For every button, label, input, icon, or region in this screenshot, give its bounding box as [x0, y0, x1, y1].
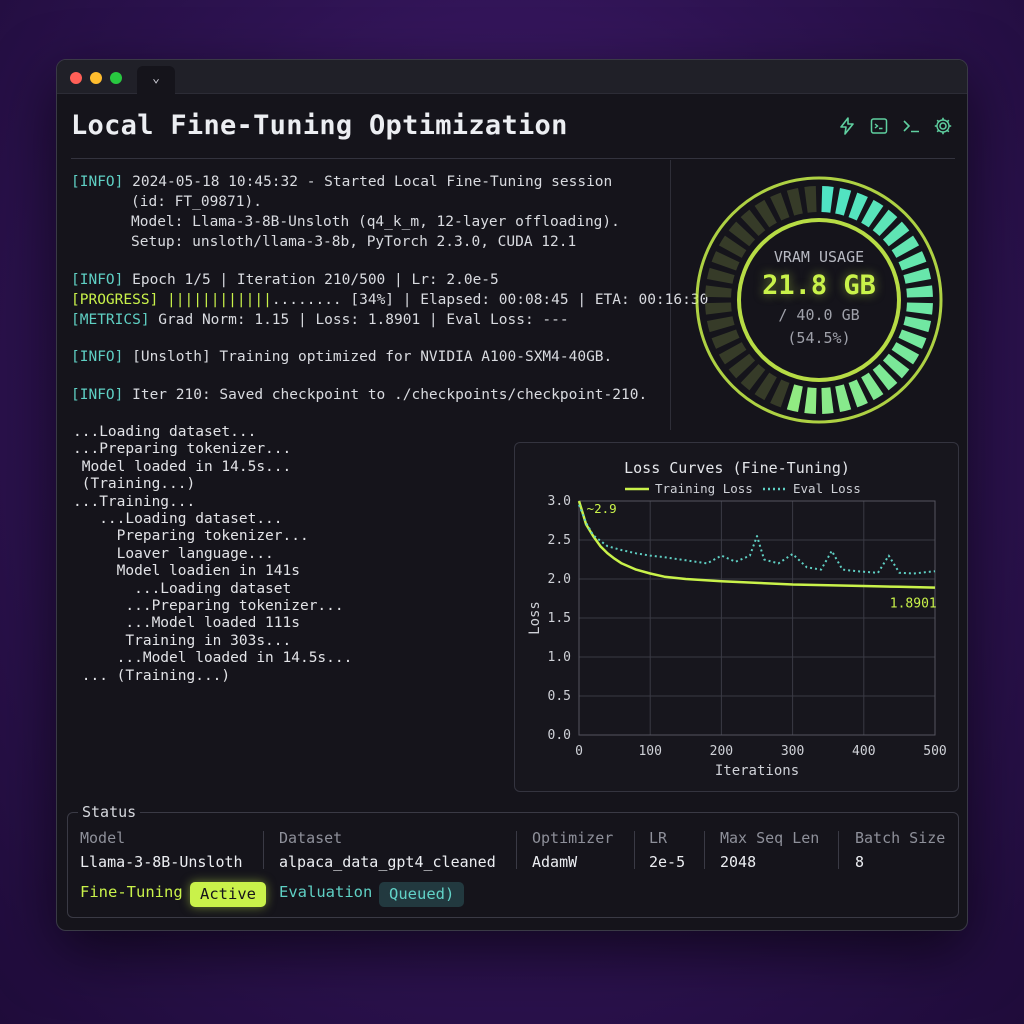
log-line: Setup: unsloth/llama-3-8b, PyTorch 2.3.0…	[131, 234, 577, 250]
stream-line: ...Loading dataset...	[73, 424, 257, 440]
y-tick-label: 0.0	[548, 728, 571, 743]
stream-line: Preparing tokenizer...	[73, 528, 309, 545]
status-separator	[263, 831, 264, 869]
terminal-window-icon[interactable]	[869, 116, 889, 136]
gauge-segment-filled	[835, 384, 852, 413]
x-tick-label: 100	[638, 744, 661, 759]
log-line: [INFO] Epoch 1/5 | Iteration 210/500 | L…	[71, 272, 499, 288]
gauge-segment-filled	[835, 187, 852, 216]
eval-loss-line	[578, 504, 936, 575]
loss-chart-panel: Loss Curves (Fine-Tuning) Training Loss Ev…	[514, 442, 959, 792]
stream-line: ...Preparing tokenizer...	[73, 598, 344, 614]
log-line-metrics: [METRICS] Grad Norm: 1.15 | Loss: 1.8901…	[71, 312, 569, 328]
x-tick-label: 200	[710, 744, 733, 759]
gauge-percent: (54.5%)	[787, 329, 851, 347]
x-axis-label: Iterations	[715, 763, 799, 779]
y-tick-label: 3.0	[548, 494, 571, 509]
status-max-seq-len: Max Seq Len 2048	[720, 829, 820, 871]
phase-fine-tuning-label: Fine-Tuning	[80, 883, 183, 901]
stream-line: Training in 303s...	[73, 632, 292, 649]
chevron-down-icon: ⌄	[152, 71, 160, 86]
header-divider	[71, 158, 955, 159]
stream-line: ...Model loaded 111s	[73, 615, 300, 632]
stream-line: ...Model loaded in 14.5s...	[73, 650, 353, 667]
status-separator	[838, 831, 839, 869]
app-window: ⌄ Local Fine-Tuning Optimization [INFO] …	[56, 59, 968, 931]
y-tick-label: 2.5	[548, 533, 571, 548]
gauge-segment-filled	[821, 387, 834, 414]
stream-line: ...Preparing tokenizer...	[73, 441, 292, 458]
status-panel: Status Model Llama-3-8B-Unsloth Dataset al…	[67, 803, 959, 918]
status-batch-size: Batch Size 8	[855, 829, 946, 871]
x-tick-label: 500	[923, 744, 946, 759]
legend-label: Eval Loss	[793, 481, 861, 496]
title-bar: ⌄	[57, 60, 967, 94]
phase-fine-tuning-badge: Active	[190, 882, 266, 907]
y-tick-label: 1.5	[548, 611, 571, 626]
status-separator	[634, 831, 635, 869]
phase-evaluation-label: Evaluation	[279, 883, 373, 901]
stream-line: ...Training...	[73, 493, 196, 510]
status-model: Model Llama-3-8B-Unsloth	[80, 829, 243, 871]
phase-evaluation-badge: Queued)	[379, 882, 465, 907]
status-separator	[516, 831, 517, 869]
status-title: Status	[78, 803, 141, 821]
toolbar	[837, 116, 953, 136]
stream-line: Model loadien in 141s	[73, 563, 300, 580]
gauge-segment-empty	[786, 187, 803, 216]
vram-gauge: VRAM USAGE 21.8 GB / 40.0 GB (54.5%)	[691, 172, 947, 428]
x-tick-label: 400	[852, 744, 875, 759]
page-title: Local Fine-Tuning Optimization	[71, 110, 568, 141]
annotation-start-loss: ~2.9	[587, 501, 617, 516]
training-loss-line	[577, 500, 936, 589]
legend-label: Training Loss	[655, 481, 753, 496]
stream-line: (Training...)	[73, 476, 196, 493]
x-tick-label: 300	[781, 744, 804, 759]
gauge-total: / 40.0 GB	[778, 306, 860, 324]
log-line: [INFO] 2024-05-18 10:45:32 - Started Loc…	[71, 174, 613, 190]
status-optimizer: Optimizer AdamW	[532, 829, 614, 871]
loss-chart: Loss Curves (Fine-Tuning) Training Loss Ev…	[527, 459, 947, 779]
maximize-window-button[interactable]	[110, 72, 122, 84]
status-separator	[704, 831, 705, 869]
minimize-window-button[interactable]	[90, 72, 102, 84]
log-line: (id: FT_09871).	[131, 194, 262, 210]
status-lr: LR 2e-5	[649, 829, 686, 871]
gauge-segment-filled	[786, 384, 803, 413]
x-tick-label: 0	[575, 744, 583, 759]
close-window-button[interactable]	[70, 72, 82, 84]
gauge-segment-filled	[804, 387, 817, 414]
status-dataset: Dataset alpaca_data_gpt4_cleaned	[279, 829, 496, 871]
y-tick-label: 2.0	[548, 572, 571, 587]
log-line: [INFO] [Unsloth] Training optimized for …	[71, 349, 613, 365]
stream-line: ... (Training...)	[73, 667, 231, 684]
gauge-title: VRAM USAGE	[773, 248, 865, 266]
annotation-final-loss: 1.8901	[890, 597, 937, 612]
log-line: Model: Llama-3-8B-Unsloth (q4_k_m, 12-la…	[131, 214, 620, 230]
prompt-icon[interactable]	[901, 116, 921, 136]
stream-line: ...Loading dataset...	[73, 511, 283, 527]
y-tick-label: 1.0	[548, 650, 571, 665]
gauge-segment-empty	[804, 186, 817, 213]
gear-icon[interactable]	[933, 116, 953, 136]
y-axis-label: Loss	[527, 601, 543, 635]
bolt-icon[interactable]	[837, 116, 857, 136]
y-tick-label: 0.5	[548, 689, 571, 704]
tab-dropdown[interactable]: ⌄	[137, 66, 175, 94]
stream-line: Loaver language...	[73, 545, 274, 562]
gauge-segment-filled	[821, 186, 834, 213]
log-line-progress: [PROGRESS] ||||||||||||........ [34%] | …	[71, 292, 709, 308]
chart-title: Loss Curves (Fine-Tuning)	[624, 459, 850, 477]
gauge-value: 21.8 GB	[762, 270, 876, 301]
stream-line: ...Loading dataset	[73, 580, 292, 597]
log-line: [INFO] Iter 210: Saved checkpoint to ./c…	[71, 387, 648, 403]
stream-line: Model loaded in 14.5s...	[73, 458, 292, 475]
